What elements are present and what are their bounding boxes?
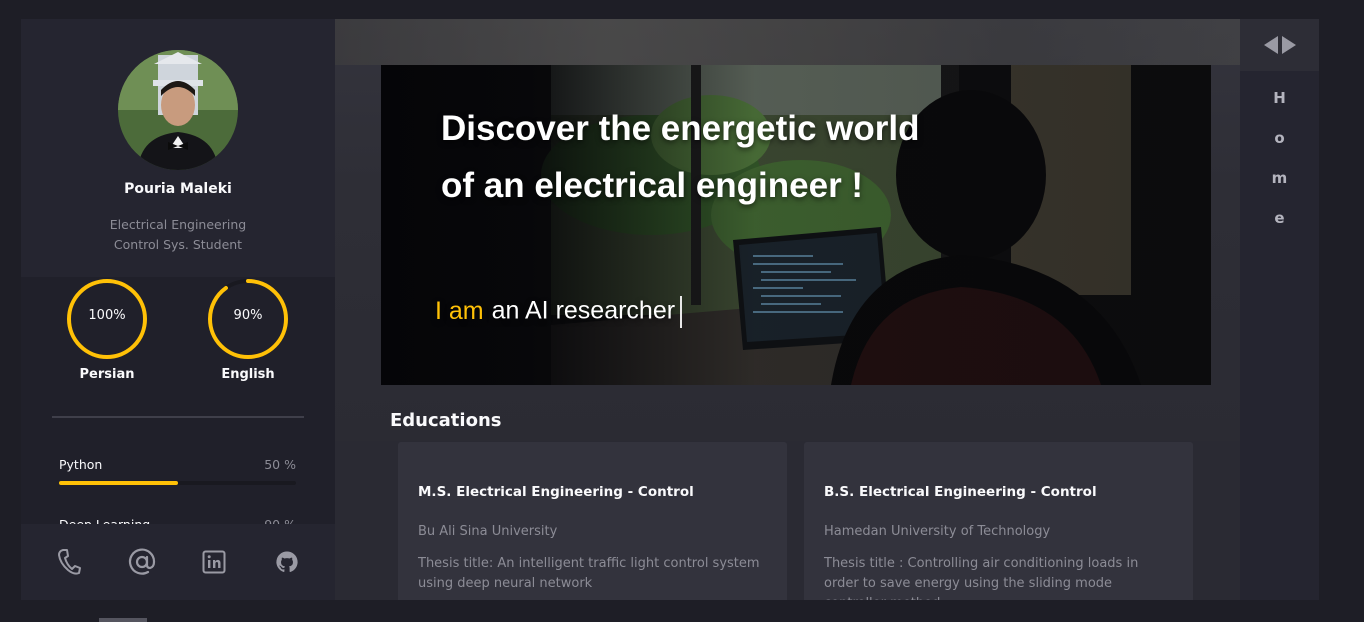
education-card: B.S. Electrical Engineering - Control Ha… <box>804 442 1193 600</box>
skill-bar-fill <box>59 481 178 485</box>
typing-caret <box>680 296 683 328</box>
menu-toggle-button[interactable] <box>1240 19 1319 71</box>
nav-letter: H <box>1273 89 1286 107</box>
nav-panel: H o m e <box>1240 19 1319 600</box>
education-school: Hamedan University of Technology <box>824 524 1051 539</box>
typed-prefix: I am <box>435 296 484 325</box>
phone-icon <box>58 549 82 575</box>
skill-bar <box>59 481 296 485</box>
language-english: 90% English <box>206 277 290 382</box>
language-level: 100% <box>88 308 126 323</box>
nav-letter: m <box>1271 169 1288 187</box>
education-card: M.S. Electrical Engineering - Control Bu… <box>398 442 787 600</box>
github-link[interactable] <box>267 542 307 582</box>
profile-header: Pouria Maleki Electrical Engineering Con… <box>21 19 335 277</box>
role-line: Control Sys. Student <box>113 237 243 252</box>
skill-percent: 50 % <box>264 457 296 472</box>
education-school: Bu Ali Sina University <box>418 524 558 539</box>
current-page-label[interactable]: H o m e <box>1240 91 1319 251</box>
language-name: Persian <box>79 367 135 382</box>
github-icon <box>276 551 298 572</box>
nav-letter: o <box>1274 129 1285 147</box>
at-sign-icon <box>128 548 155 575</box>
hero-typed-line: I am an AI researcher <box>435 296 683 328</box>
skill-name: Python <box>59 457 103 472</box>
scroll-indicator <box>99 618 147 622</box>
education-thesis: Thesis title : Controlling air condition… <box>824 556 1139 600</box>
education-thesis: Thesis title: An intelligent traffic lig… <box>418 556 760 591</box>
divider <box>52 416 304 418</box>
section-title-educations: Educations <box>390 410 502 431</box>
role-line: Electrical Engineering <box>109 217 247 232</box>
education-title: M.S. Electrical Engineering - Control <box>418 484 694 500</box>
skill-python: Python 50 % <box>59 457 296 485</box>
avatar <box>118 50 238 170</box>
main-content: Discover the energetic world of an elect… <box>335 19 1240 600</box>
linkedin-link[interactable] <box>194 542 234 582</box>
contact-links <box>21 524 335 600</box>
profile-name: Pouria Maleki <box>124 181 232 197</box>
info-sidebar: Pouria Maleki Electrical Engineering Con… <box>21 19 335 600</box>
profile-role: Electrical Engineering Control Sys. Stud… <box>21 215 335 255</box>
nav-letter: e <box>1274 209 1285 227</box>
language-level: 90% <box>233 308 263 323</box>
email-link[interactable] <box>122 542 162 582</box>
linkedin-icon <box>202 550 226 574</box>
language-persian: 100% Persian <box>65 277 149 382</box>
typed-text: an AI researcher <box>491 296 676 325</box>
menu-toggle-icon <box>1263 36 1296 54</box>
education-title: B.S. Electrical Engineering - Control <box>824 484 1097 500</box>
hero-title: Discover the energetic world of an elect… <box>441 109 920 205</box>
phone-link[interactable] <box>49 542 89 582</box>
hero-banner: Discover the energetic world of an elect… <box>381 65 1211 385</box>
language-name: English <box>221 367 275 382</box>
